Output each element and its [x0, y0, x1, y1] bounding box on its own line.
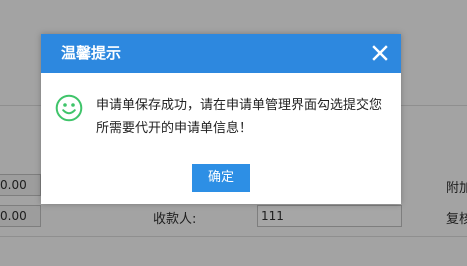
amount-value: 0.00: [0, 209, 27, 223]
amount-field-2[interactable]: 0.00: [0, 205, 41, 227]
dialog-header: 温馨提示: [41, 34, 401, 73]
amount-field[interactable]: 0.00: [0, 174, 41, 196]
divider: [0, 236, 467, 237]
dialog-title: 温馨提示: [61, 44, 122, 62]
ok-button[interactable]: 确定: [192, 164, 250, 192]
close-icon: [372, 45, 388, 61]
smile-icon: [55, 94, 83, 122]
payee-label: 收款人:: [153, 212, 197, 227]
payee-field[interactable]: 111: [257, 205, 402, 227]
fuhe-label: 复核: [446, 212, 467, 227]
payee-value: 111: [261, 209, 284, 223]
fujia-label: 附加: [446, 181, 467, 196]
alert-dialog: 温馨提示 申请单保存成功，请在申请单管理界面勾选提交您所需要代开的申请单信息！ …: [41, 34, 401, 204]
close-button[interactable]: [371, 44, 389, 62]
amount-value: 0.00: [0, 178, 27, 192]
dialog-message: 申请单保存成功，请在申请单管理界面勾选提交您所需要代开的申请单信息！: [96, 98, 383, 136]
